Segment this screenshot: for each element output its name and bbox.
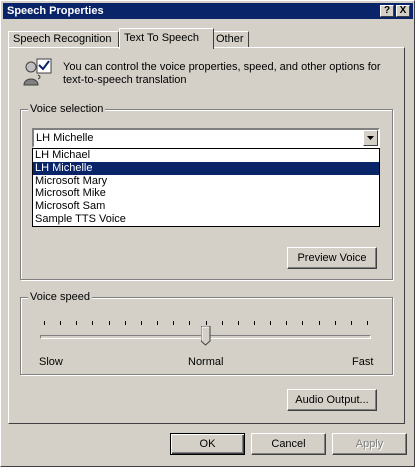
dropdown-arrow-button[interactable] <box>363 130 378 146</box>
slider-tick <box>157 321 159 325</box>
voice-option[interactable]: Microsoft Sam <box>33 200 379 213</box>
voice-select-value: LH Michelle <box>36 132 94 144</box>
speed-normal-label: Normal <box>188 356 224 368</box>
tab-label: Speech Recognition <box>13 33 112 45</box>
slider-tick <box>44 321 45 325</box>
slider-tick <box>334 321 336 325</box>
slider-tick <box>318 321 320 325</box>
ok-button[interactable]: OK <box>170 433 245 455</box>
window-title: Speech Properties <box>7 5 104 17</box>
speed-slider-thumb[interactable] <box>200 326 211 346</box>
voice-speed-label: Voice speed <box>28 291 92 303</box>
speed-slow-label: Slow <box>39 356 63 368</box>
slider-tick <box>270 321 272 325</box>
voice-option[interactable]: Sample TTS Voice <box>33 213 379 226</box>
title-bar[interactable]: Speech Properties ? X <box>3 3 413 19</box>
voice-selection-label: Voice selection <box>28 103 106 115</box>
voice-select[interactable]: LH Michelle <box>32 128 380 148</box>
close-icon: X <box>399 5 407 16</box>
slider-tick <box>302 321 304 325</box>
button-label: OK <box>199 438 216 450</box>
voice-option[interactable]: LH Michael <box>33 149 379 162</box>
slider-tick <box>76 321 78 325</box>
audio-output-button[interactable]: Audio Output... <box>287 389 377 411</box>
slider-tick <box>221 321 223 325</box>
slider-tick <box>205 321 207 325</box>
slider-tick <box>367 321 368 325</box>
tab-other[interactable]: Other <box>211 31 249 48</box>
slider-tick <box>350 321 352 325</box>
tab-label: Text To Speech <box>124 32 200 44</box>
slider-tick <box>124 321 126 325</box>
cancel-button[interactable]: Cancel <box>251 433 326 455</box>
slider-tick <box>140 321 142 325</box>
slider-tick <box>286 321 288 325</box>
button-label: Audio Output... <box>295 394 369 406</box>
close-button[interactable]: X <box>396 5 410 17</box>
apply-button[interactable]: Apply <box>332 433 407 455</box>
slider-tick <box>92 321 94 325</box>
slider-tick <box>173 321 175 325</box>
tab-speech-recognition[interactable]: Speech Recognition <box>8 31 119 48</box>
voice-dropdown-list[interactable]: LH Michael LH Michelle Microsoft Mary Mi… <box>32 148 380 227</box>
chevron-down-icon <box>367 136 374 140</box>
button-label: Cancel <box>271 438 306 450</box>
voice-option-selected[interactable]: LH Michelle <box>33 161 379 175</box>
slider-tick <box>237 321 239 325</box>
tab-text-to-speech[interactable]: Text To Speech <box>119 28 214 49</box>
preview-voice-button[interactable]: Preview Voice <box>287 247 377 269</box>
help-button[interactable]: ? <box>380 5 394 17</box>
intro-description: You can control the voice properties, sp… <box>63 61 381 86</box>
help-icon: ? <box>383 5 391 16</box>
voice-option[interactable]: Microsoft Mike <box>33 187 379 200</box>
button-label: Preview Voice <box>297 252 367 264</box>
slider-tick <box>189 321 191 325</box>
speed-fast-label: Fast <box>352 356 374 368</box>
speech-user-icon <box>23 58 52 86</box>
slider-tick <box>108 321 110 325</box>
button-label: Apply <box>355 438 384 450</box>
slider-tick <box>253 321 255 325</box>
tab-label: Other <box>216 33 244 45</box>
slider-tick <box>60 321 62 325</box>
voice-option[interactable]: Microsoft Mary <box>33 175 379 188</box>
